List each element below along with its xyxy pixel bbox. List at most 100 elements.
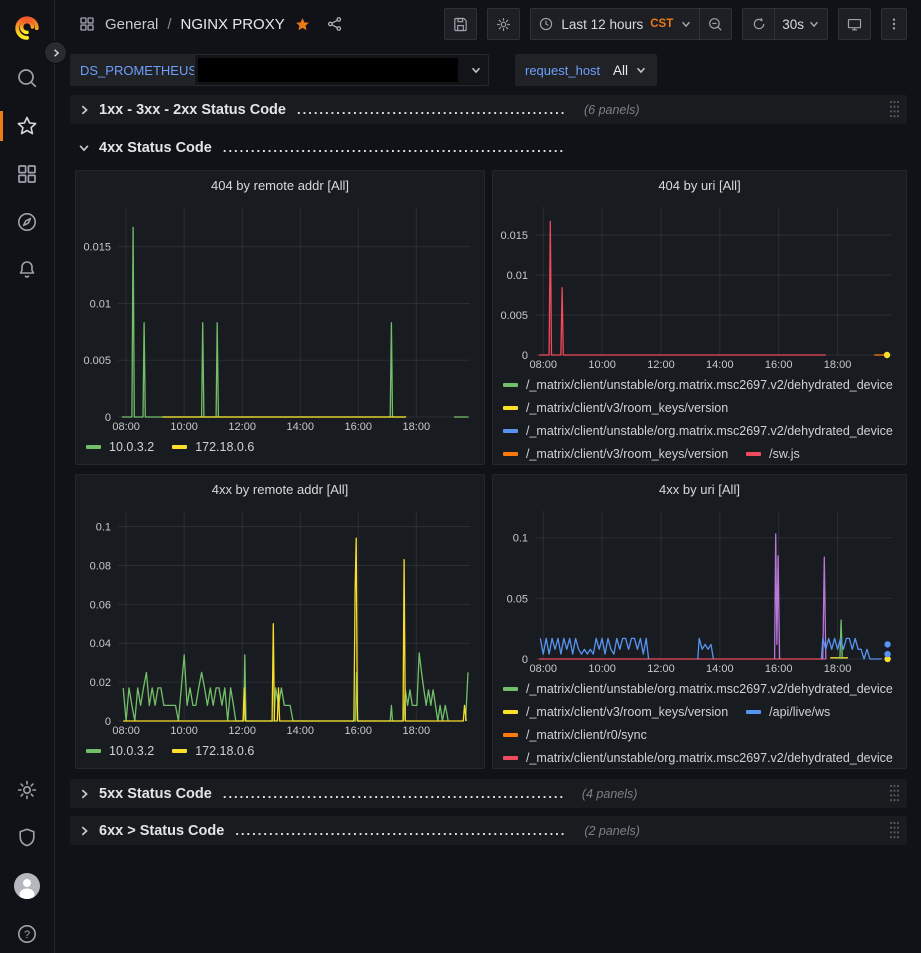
- save-dashboard-button[interactable]: [444, 8, 477, 40]
- legend-item[interactable]: /_matrix/client/v3/room_keys/version: [503, 396, 728, 419]
- zoom-out-button[interactable]: [699, 8, 732, 40]
- time-series-chart[interactable]: 00.0050.010.01508:0010:0012:0014:0016:00…: [497, 199, 902, 371]
- dashboards-icon[interactable]: [15, 162, 39, 186]
- share-icon[interactable]: [326, 15, 344, 33]
- host-variable-label[interactable]: request_host: [515, 54, 610, 86]
- svg-text:10:00: 10:00: [170, 725, 198, 737]
- legend-item[interactable]: /_matrix/client/unstable/org.matrix.msc2…: [503, 419, 893, 442]
- legend-item[interactable]: /_matrix/client/unstable/org.matrix.msc2…: [503, 746, 893, 768]
- legend-swatch: [172, 749, 187, 753]
- svg-text:16:00: 16:00: [765, 359, 793, 371]
- row-5xx[interactable]: 5xx Status Code ........................…: [70, 779, 907, 808]
- sidebar: ?: [0, 0, 55, 953]
- sidebar-collapse-button[interactable]: [44, 41, 67, 64]
- time-range-picker[interactable]: Last 12 hours CST: [530, 8, 699, 40]
- configuration-gear-icon[interactable]: [15, 778, 39, 802]
- compass-glyph: [15, 210, 39, 234]
- svg-text:0: 0: [105, 412, 111, 424]
- svg-text:18:00: 18:00: [824, 359, 852, 371]
- explore-icon[interactable]: [15, 210, 39, 234]
- time-series-chart[interactable]: 00.050.108:0010:0012:0014:0016:0018:00: [497, 503, 902, 675]
- dashboard-header: General / NGINX PROXY: [54, 0, 921, 48]
- svg-text:?: ?: [24, 929, 30, 941]
- avatar-glyph: [13, 872, 41, 900]
- legend-item[interactable]: 10.0.3.2: [86, 435, 154, 458]
- row-drag-handle[interactable]: [889, 783, 900, 803]
- favorite-star-icon[interactable]: [294, 16, 311, 33]
- search-icon[interactable]: [15, 66, 39, 90]
- chart-canvas[interactable]: 00.0050.010.01508:0010:0012:0014:0016:00…: [497, 199, 902, 371]
- alerting-bell-icon[interactable]: [15, 258, 39, 282]
- time-series-chart[interactable]: 00.0050.010.01508:0010:0012:0014:0016:00…: [80, 199, 480, 433]
- panel-4xx-by-remote-addr: 4xx by remote addr [All] 00.020.040.060.…: [75, 474, 485, 769]
- dashboard-settings-button[interactable]: [487, 8, 520, 40]
- breadcrumb: General / NGINX PROXY: [78, 15, 344, 33]
- grafana-logo[interactable]: [14, 14, 40, 40]
- legend-label: /sw.js: [769, 447, 800, 461]
- legend-item[interactable]: /_matrix/client/v3/room_keys/version: [503, 442, 728, 464]
- tv-mode-button[interactable]: [838, 8, 871, 40]
- panel-title[interactable]: 4xx by uri [All]: [493, 475, 906, 503]
- legend-label: /_matrix/client/unstable/org.matrix.msc2…: [526, 424, 893, 438]
- row-drag-handle[interactable]: [889, 820, 900, 840]
- chart-canvas[interactable]: 00.050.108:0010:0012:0014:0016:0018:00: [497, 503, 902, 675]
- svg-text:14:00: 14:00: [706, 663, 734, 675]
- legend-item[interactable]: 172.18.0.6: [172, 739, 254, 762]
- legend-item[interactable]: /_matrix/client/r0/sync: [503, 723, 647, 746]
- svg-text:0.005: 0.005: [500, 310, 528, 322]
- legend-item[interactable]: /sw.js: [746, 442, 800, 464]
- legend-swatch: [503, 429, 518, 433]
- svg-text:10:00: 10:00: [170, 421, 198, 433]
- datasource-variable-label[interactable]: DS_PROMETHEUS: [70, 54, 207, 86]
- svg-text:10:00: 10:00: [588, 359, 616, 371]
- server-admin-shield-icon[interactable]: [15, 826, 39, 850]
- chart-canvas[interactable]: 00.020.040.060.080.108:0010:0012:0014:00…: [80, 503, 480, 737]
- legend-item[interactable]: /_matrix/client/unstable/org.matrix.msc2…: [503, 677, 893, 700]
- svg-text:18:00: 18:00: [824, 663, 852, 675]
- row-title-leader: ........................................…: [223, 786, 563, 801]
- svg-text:18:00: 18:00: [403, 725, 431, 737]
- legend-label: 10.0.3.2: [109, 440, 154, 454]
- help-icon[interactable]: ?: [15, 922, 39, 946]
- chart-canvas[interactable]: 00.0050.010.01508:0010:0012:0014:0016:00…: [80, 199, 480, 433]
- row-1xx-3xx-2xx[interactable]: 1xx - 3xx - 2xx Status Code ............…: [70, 95, 907, 124]
- refresh-controls-group: 30s: [742, 8, 828, 40]
- legend-item[interactable]: 10.0.3.2: [86, 739, 154, 762]
- breadcrumb-folder[interactable]: General: [105, 16, 158, 33]
- panel-title[interactable]: 404 by uri [All]: [493, 171, 906, 199]
- legend-label: /_matrix/client/r0/sync: [526, 728, 647, 742]
- starred-dashboards-icon[interactable]: [15, 114, 39, 138]
- svg-text:16:00: 16:00: [765, 663, 793, 675]
- legend-swatch: [172, 445, 187, 449]
- panel-title-text: 4xx by remote addr [All]: [212, 482, 349, 497]
- refresh-button[interactable]: [742, 8, 774, 40]
- legend-item[interactable]: /_matrix/client/unstable/org.matrix.msc2…: [503, 373, 893, 396]
- row-title-leader: ........................................…: [235, 823, 565, 838]
- panel-legend: 10.0.3.2 172.18.0.6: [76, 433, 484, 464]
- refresh-interval-picker[interactable]: 30s: [774, 8, 828, 40]
- panel-title-text: 4xx by uri [All]: [659, 482, 740, 497]
- toolbar-actions: Last 12 hours CST: [444, 8, 907, 40]
- host-variable-value[interactable]: All: [603, 54, 657, 86]
- legend-item[interactable]: 172.18.0.6: [172, 435, 254, 458]
- page-title[interactable]: NGINX PROXY: [181, 16, 285, 33]
- legend-swatch: [503, 710, 518, 714]
- datasource-variable-value[interactable]: [194, 54, 489, 86]
- panel-legend: /_matrix/client/unstable/org.matrix.msc2…: [493, 675, 906, 768]
- chevron-down-icon: [808, 18, 820, 30]
- save-icon: [452, 16, 469, 33]
- panel-title[interactable]: 404 by remote addr [All]: [76, 171, 484, 199]
- kebab-menu-button[interactable]: [881, 8, 907, 40]
- panel-title[interactable]: 4xx by remote addr [All]: [76, 475, 484, 503]
- settings-gear-icon: [495, 16, 512, 33]
- time-series-chart[interactable]: 00.020.040.060.080.108:0010:0012:0014:00…: [80, 503, 480, 737]
- svg-text:0.01: 0.01: [90, 298, 111, 310]
- legend-item[interactable]: /api/live/ws: [746, 700, 830, 723]
- row-6xx[interactable]: 6xx > Status Code ......................…: [70, 816, 907, 845]
- host-variable-selected: All: [613, 63, 628, 78]
- avatar[interactable]: [13, 872, 41, 900]
- row-4xx[interactable]: 4xx Status Code ........................…: [70, 133, 571, 162]
- row-drag-handle[interactable]: [889, 99, 900, 119]
- legend-item[interactable]: /_matrix/client/v3/room_keys/version: [503, 700, 728, 723]
- row-title: 1xx - 3xx - 2xx Status Code: [99, 102, 286, 118]
